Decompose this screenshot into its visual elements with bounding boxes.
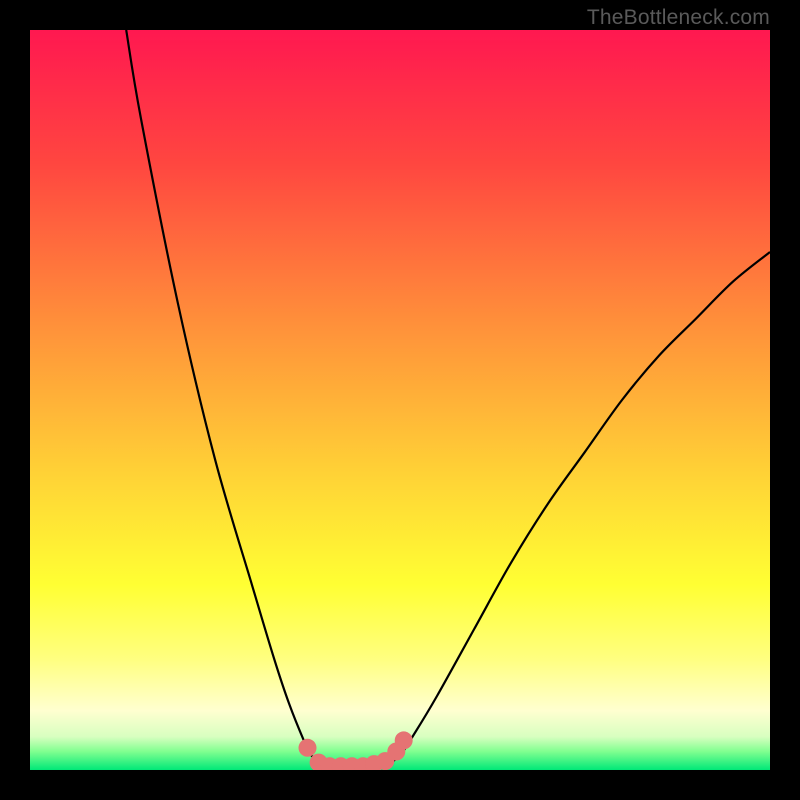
valley-marker	[299, 739, 317, 757]
left-curve	[126, 30, 326, 766]
attribution-text: TheBottleneck.com	[587, 6, 770, 30]
right-curve	[385, 252, 770, 766]
chart-frame: TheBottleneck.com	[0, 0, 800, 800]
plot-region	[30, 30, 770, 770]
valley-markers	[299, 731, 413, 770]
curves-layer	[30, 30, 770, 770]
valley-marker	[395, 731, 413, 749]
